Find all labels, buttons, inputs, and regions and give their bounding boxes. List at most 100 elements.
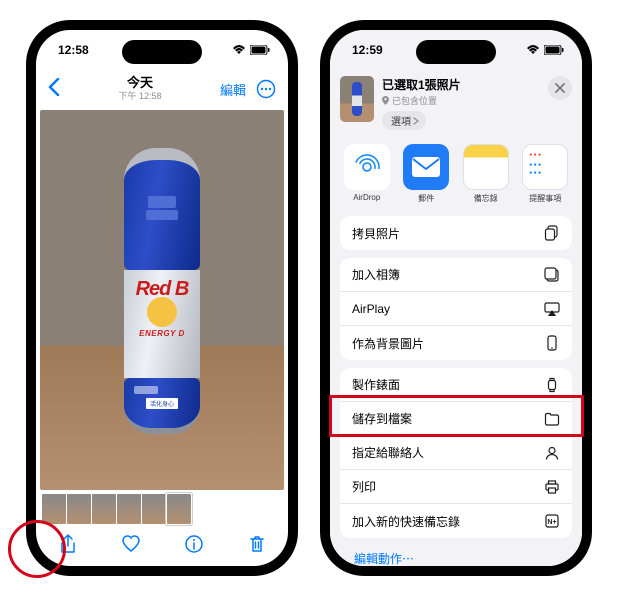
can-mid: Red B ENERGY D bbox=[124, 270, 200, 378]
close-icon bbox=[555, 83, 565, 93]
action-add-album[interactable]: 加入相簿 bbox=[340, 258, 572, 292]
action-group-1: 拷貝照片 bbox=[340, 216, 572, 250]
action-label: 加入相簿 bbox=[352, 266, 400, 283]
wifi-icon bbox=[526, 45, 540, 55]
quicknote-icon: N+ bbox=[544, 513, 560, 529]
nav-right: 編輯 bbox=[220, 79, 276, 99]
thumbnail[interactable] bbox=[117, 494, 141, 524]
action-label: 指定給聯絡人 bbox=[352, 444, 424, 461]
edit-button[interactable]: 編輯 bbox=[220, 80, 246, 99]
action-group-2: 加入相簿 AirPlay 作為背景圖片 bbox=[340, 258, 572, 360]
folder-icon bbox=[544, 411, 560, 427]
nav-title-group: 今天 下午 12:58 bbox=[118, 76, 161, 101]
app-label: 提醒事項 bbox=[521, 193, 571, 204]
dynamic-island bbox=[122, 40, 202, 64]
actions-scroll[interactable]: 拷貝照片 加入相簿 AirPlay 作為背景圖片 bbox=[330, 212, 582, 566]
screen-left: 12:58 今天 下午 12:58 編輯 Red B bbox=[36, 30, 288, 566]
share-button[interactable] bbox=[58, 534, 78, 559]
app-mail[interactable]: 郵件 bbox=[402, 144, 452, 204]
options-label: 選項 bbox=[391, 113, 411, 128]
action-label: 加入新的快速備忘錄 bbox=[352, 513, 460, 530]
phone-right: 12:59 已選取1張照片 已包含位置 選項 bbox=[320, 20, 592, 576]
dynamic-island bbox=[416, 40, 496, 64]
action-wallpaper[interactable]: 作為背景圖片 bbox=[340, 326, 572, 360]
app-label: AirDrop bbox=[342, 193, 392, 202]
battery-icon bbox=[250, 45, 270, 55]
photo-viewport[interactable]: Red B ENERGY D 活化身心 bbox=[40, 110, 284, 490]
action-label: 作為背景圖片 bbox=[352, 335, 424, 352]
status-time: 12:58 bbox=[58, 43, 89, 57]
app-notes[interactable]: 備忘錄 bbox=[461, 144, 511, 204]
share-icon bbox=[58, 534, 78, 554]
can-label: 活化身心 bbox=[146, 398, 178, 409]
app-label: 郵件 bbox=[402, 193, 452, 204]
action-assign-contact[interactable]: 指定給聯絡人 bbox=[340, 436, 572, 470]
action-label: 列印 bbox=[352, 478, 376, 495]
action-label: AirPlay bbox=[352, 302, 390, 316]
action-quick-note[interactable]: 加入新的快速備忘錄 N+ bbox=[340, 504, 572, 538]
nav-title: 今天 bbox=[118, 76, 161, 91]
can-top bbox=[124, 148, 200, 270]
action-label: 拷貝照片 bbox=[352, 225, 400, 242]
share-thumbnail bbox=[340, 76, 374, 122]
back-button[interactable] bbox=[48, 78, 60, 101]
chevron-left-icon bbox=[48, 78, 60, 96]
app-reminders[interactable]: 提醒事項 bbox=[521, 144, 571, 204]
album-icon bbox=[544, 267, 560, 283]
thumbnail[interactable] bbox=[92, 494, 116, 524]
app-row[interactable]: AirDrop 郵件 備忘錄 提醒事項 bbox=[330, 138, 582, 212]
airplay-icon bbox=[544, 301, 560, 317]
share-location-text: 已包含位置 bbox=[392, 94, 437, 107]
thumbnail[interactable] bbox=[142, 494, 166, 524]
status-indicators bbox=[232, 45, 270, 55]
heart-icon bbox=[121, 534, 141, 554]
can-bottom: 活化身心 bbox=[124, 378, 200, 434]
action-group-3: 製作錶面 儲存到檔案 指定給聯絡人 列印 加入新的快速備忘錄 N+ bbox=[340, 368, 572, 538]
reminders-icon bbox=[522, 144, 568, 190]
close-button[interactable] bbox=[548, 76, 572, 100]
toolbar bbox=[36, 526, 288, 566]
app-airdrop[interactable]: AirDrop bbox=[342, 144, 392, 204]
photo-subject: Red B ENERGY D 活化身心 bbox=[122, 148, 202, 448]
phone-left: 12:58 今天 下午 12:58 編輯 Red B bbox=[26, 20, 298, 576]
battery-icon bbox=[544, 45, 564, 55]
action-copy-photo[interactable]: 拷貝照片 bbox=[340, 216, 572, 250]
action-label: 製作錶面 bbox=[352, 376, 400, 393]
notes-icon bbox=[463, 144, 509, 190]
info-icon bbox=[184, 534, 204, 554]
edit-actions-button[interactable]: 編輯動作⋯ bbox=[340, 546, 572, 566]
nav-bar: 今天 下午 12:58 編輯 bbox=[36, 70, 288, 108]
info-button[interactable] bbox=[184, 534, 204, 559]
share-info: 已選取1張照片 已包含位置 選項 bbox=[382, 76, 540, 130]
app-label: 備忘錄 bbox=[461, 193, 511, 204]
svg-text:N+: N+ bbox=[547, 519, 556, 526]
thumbnail-selected[interactable] bbox=[167, 494, 191, 524]
share-title: 已選取1張照片 bbox=[382, 76, 540, 93]
status-indicators bbox=[526, 45, 564, 55]
share-header: 已選取1張照片 已包含位置 選項 bbox=[330, 70, 582, 138]
contact-icon bbox=[544, 445, 560, 461]
chevron-right-icon bbox=[413, 117, 419, 125]
wifi-icon bbox=[232, 45, 246, 55]
action-airplay[interactable]: AirPlay bbox=[340, 292, 572, 326]
options-button[interactable]: 選項 bbox=[382, 111, 426, 130]
thumbnail[interactable] bbox=[67, 494, 91, 524]
share-location: 已包含位置 bbox=[382, 94, 540, 107]
watch-icon bbox=[544, 377, 560, 393]
thumbnail[interactable] bbox=[42, 494, 66, 524]
energy-text: ENERGY D bbox=[139, 329, 185, 338]
action-save-to-files[interactable]: 儲存到檔案 bbox=[340, 402, 572, 436]
screen-right: 12:59 已選取1張照片 已包含位置 選項 bbox=[330, 30, 582, 566]
filmstrip[interactable] bbox=[36, 490, 288, 526]
status-time: 12:59 bbox=[352, 43, 383, 57]
trash-icon bbox=[247, 534, 267, 554]
action-watch-face[interactable]: 製作錶面 bbox=[340, 368, 572, 402]
location-pin-icon bbox=[382, 96, 389, 105]
mail-icon bbox=[403, 144, 449, 190]
more-icon[interactable] bbox=[256, 79, 276, 99]
favorite-button[interactable] bbox=[121, 534, 141, 559]
action-print[interactable]: 列印 bbox=[340, 470, 572, 504]
delete-button[interactable] bbox=[247, 534, 267, 559]
nav-subtitle: 下午 12:58 bbox=[118, 91, 161, 101]
action-label: 儲存到檔案 bbox=[352, 410, 412, 427]
